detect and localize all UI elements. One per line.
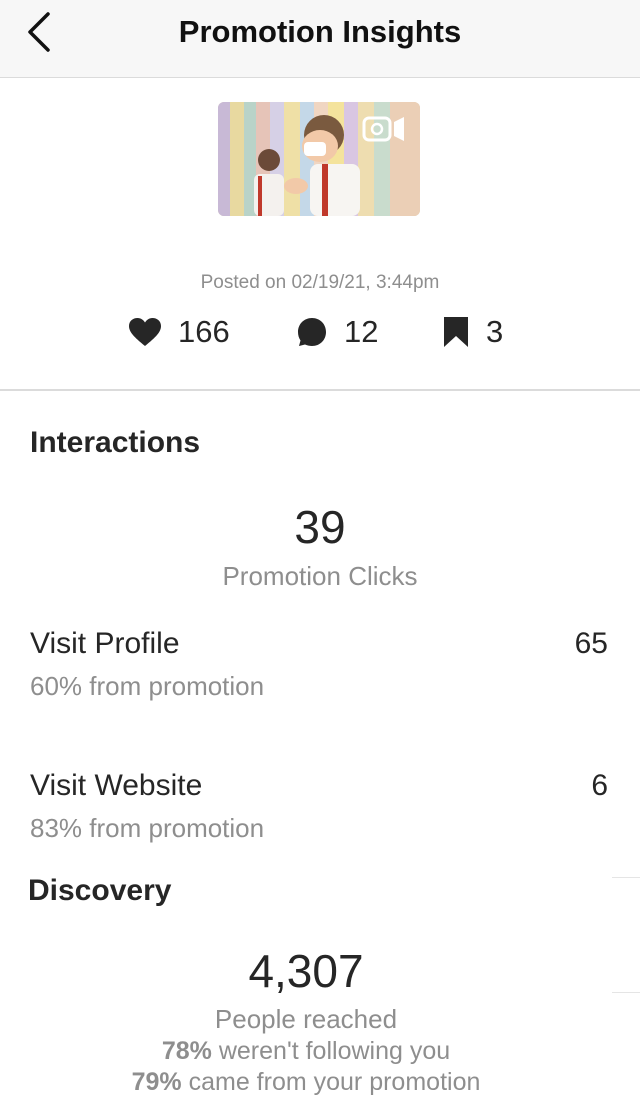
not-following-line: 78% weren't following you [0,1037,640,1066]
bookmark-icon [444,317,468,347]
visit-profile-value: 65 [574,627,608,660]
people-reached-value: 4,307 [248,945,364,997]
header-bar: Promotion Insights [0,0,640,78]
post-stats: 166 12 3 [0,308,640,356]
comment-bubble-icon [298,318,326,346]
divider-line [612,992,640,993]
from-promotion-line: 79% came from your promotion [0,1068,640,1097]
divider-line [612,877,640,878]
saves-stat: 3 [442,308,503,356]
not-following-text: weren't following you [211,1037,451,1065]
posted-timestamp: Posted on 02/19/21, 3:44pm [200,272,440,293]
discovery-title: Discovery [28,874,172,907]
not-following-pct: 78% [161,1037,212,1065]
likes-stat: 166 [128,308,230,356]
post-thumbnail[interactable] [218,102,420,216]
comments-count: 12 [344,314,379,349]
visit-profile-label: Visit Profile [30,627,180,660]
promotion-clicks-label: Promotion Clicks [222,561,418,591]
people-reached-label: People reached [214,1004,398,1034]
comments-stat: 12 [296,308,378,356]
visit-website-label: Visit Website [30,769,203,802]
promotion-clicks-value: 39 [294,501,346,553]
saves-count: 3 [486,314,504,349]
interactions-title: Interactions [30,426,201,459]
visit-website-value: 6 [591,769,608,802]
section-divider [0,389,640,391]
heart-icon [129,318,161,346]
visit-profile-sub: 60% from promotion [30,671,265,701]
page-title: Promotion Insights [178,14,462,49]
likes-count: 166 [178,314,230,349]
visit-website-sub: 83% from promotion [30,813,265,843]
